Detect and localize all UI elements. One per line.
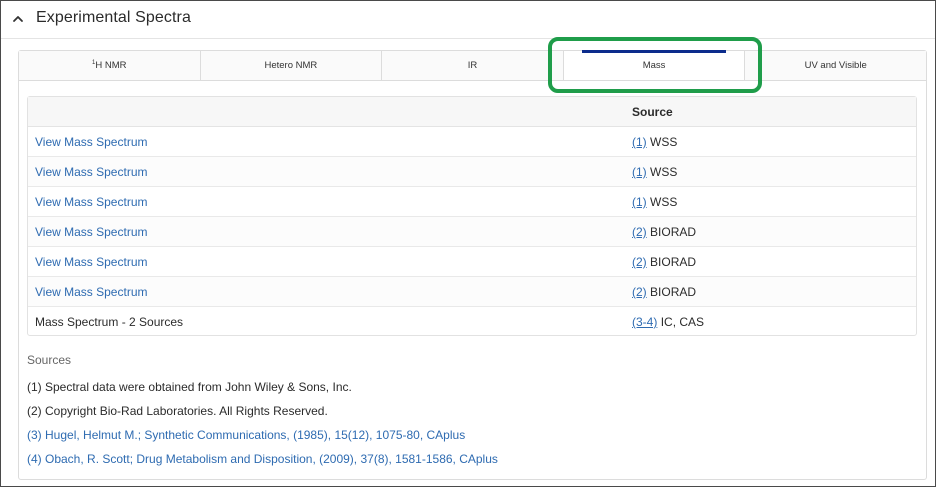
source-name: BIORAD: [650, 285, 697, 299]
view-mass-spectrum-link[interactable]: View Mass Spectrum: [35, 187, 147, 217]
tab-1h-nmr-label: H NMR: [95, 60, 127, 71]
source-name: WSS: [650, 135, 678, 149]
source-column-header: Source: [632, 105, 673, 119]
table-row: View Mass Spectrum (1) WSS: [28, 127, 916, 157]
sources-title: Sources: [27, 353, 72, 367]
tab-uv-visible-label: UV and Visible: [804, 60, 867, 71]
table-row: View Mass Spectrum (2) BIORAD: [28, 277, 916, 307]
view-mass-spectrum-link[interactable]: View Mass Spectrum: [35, 217, 147, 247]
table-row: View Mass Spectrum (2) BIORAD: [28, 247, 916, 277]
source-ref-link[interactable]: (3-4): [632, 315, 657, 329]
table-row: View Mass Spectrum (2) BIORAD: [28, 217, 916, 247]
tab-mass-label: Mass: [642, 60, 666, 71]
tab-ir-label: IR: [467, 60, 478, 71]
source-name: IC, CAS: [660, 315, 705, 329]
tab-mass[interactable]: Mass: [563, 50, 746, 80]
tab-1h-nmr[interactable]: 1H NMR: [19, 51, 201, 80]
source-name: WSS: [650, 165, 678, 179]
source-ref-link[interactable]: (1): [632, 165, 647, 179]
tab-hetero-nmr[interactable]: Hetero NMR: [201, 51, 383, 80]
source-cell: (3-4) IC, CAS: [632, 307, 704, 337]
header-divider: [1, 38, 935, 39]
source-ref-link[interactable]: (2): [632, 225, 647, 239]
view-mass-spectrum-link[interactable]: View Mass Spectrum: [35, 127, 147, 157]
source-name: BIORAD: [650, 225, 697, 239]
source-name: BIORAD: [650, 255, 697, 269]
tab-bar: 1H NMR Hetero NMR IR Mass UV and Visible: [19, 50, 926, 81]
mass-spectrum-multi-source-label: Mass Spectrum - 2 Sources: [35, 315, 184, 329]
source-cell: (1) WSS: [632, 157, 677, 187]
tab-uv-visible[interactable]: UV and Visible: [745, 51, 926, 80]
section-title: Experimental Spectra: [36, 9, 191, 26]
source-citation-4-link[interactable]: (4) Obach, R. Scott; Drug Metabolism and…: [27, 447, 907, 471]
table-header: Source: [28, 97, 916, 127]
table-body: View Mass Spectrum (1) WSS View Mass Spe…: [28, 127, 916, 337]
source-ref-link[interactable]: (2): [632, 255, 647, 269]
chevron-up-icon[interactable]: [12, 12, 24, 24]
tab-hetero-nmr-label: Hetero NMR: [264, 60, 318, 71]
source-ref-link[interactable]: (1): [632, 195, 647, 209]
section-header[interactable]: Experimental Spectra: [12, 6, 191, 30]
view-mass-spectrum-link[interactable]: View Mass Spectrum: [35, 247, 147, 277]
source-cell: (2) BIORAD: [632, 247, 696, 277]
table-row: View Mass Spectrum (1) WSS: [28, 157, 916, 187]
source-cell: (1) WSS: [632, 127, 677, 157]
view-mass-spectrum-link[interactable]: View Mass Spectrum: [35, 277, 147, 307]
source-cell: (1) WSS: [632, 187, 677, 217]
table-row: View Mass Spectrum (1) WSS: [28, 187, 916, 217]
source-ref-link[interactable]: (1): [632, 135, 647, 149]
sources-section: Sources (1) Spectral data were obtained …: [27, 351, 907, 471]
table-row: Mass Spectrum - 2 Sources (3-4) IC, CAS: [28, 307, 916, 337]
view-mass-spectrum-link[interactable]: View Mass Spectrum: [35, 157, 147, 187]
source-cell: (2) BIORAD: [632, 217, 696, 247]
source-cell: (2) BIORAD: [632, 277, 696, 307]
source-name: WSS: [650, 195, 678, 209]
source-note-1: (1) Spectral data were obtained from Joh…: [27, 380, 352, 394]
tab-1h-nmr-superscript: 1: [92, 59, 96, 66]
mass-spectra-table: Source View Mass Spectrum (1) WSS View M…: [27, 96, 917, 336]
active-tab-indicator: [581, 50, 727, 53]
source-citation-3-link[interactable]: (3) Hugel, Helmut M.; Synthetic Communic…: [27, 423, 907, 447]
tab-ir[interactable]: IR: [382, 51, 564, 80]
source-ref-link[interactable]: (2): [632, 285, 647, 299]
source-note-2: (2) Copyright Bio-Rad Laboratories. All …: [27, 404, 328, 418]
